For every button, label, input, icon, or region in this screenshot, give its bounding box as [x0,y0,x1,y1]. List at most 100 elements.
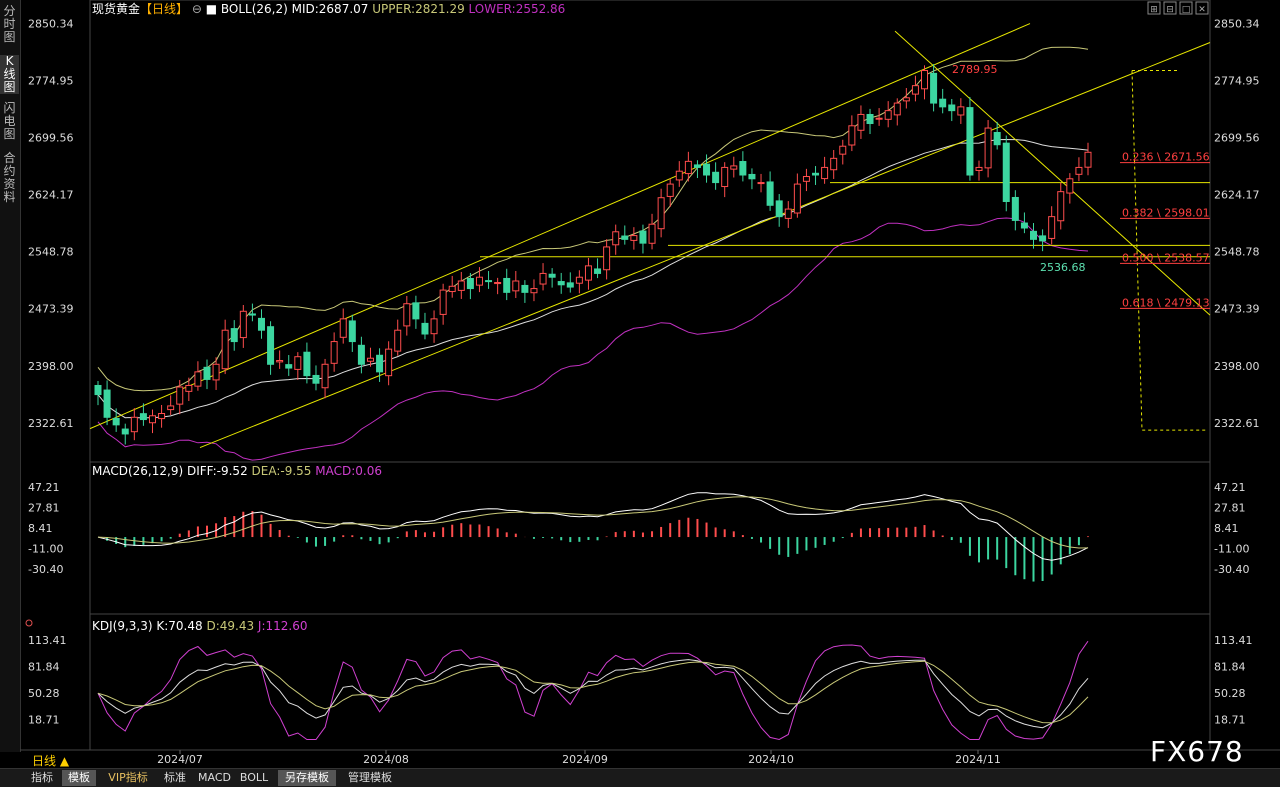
candle-body-33 [394,329,402,352]
macd-dea: DEA:-9.55 [252,464,316,478]
bottom-tab-2[interactable]: VIP指标 [102,770,154,786]
kdj-settings-icon[interactable] [25,619,33,627]
kdj-k: K:70.48 [156,619,206,633]
candle-body-99 [993,131,1001,146]
candle-body-19 [267,326,275,365]
candle-body-27 [339,318,347,338]
bottom-tab-6[interactable]: 另存模板 [278,770,336,786]
chart-area[interactable]: 2850.34 2850.34 2774.95 2774.95 2699.56 2699.… [0,0,1280,768]
kdj-j-line [97,640,1089,741]
candle-body-93 [939,98,947,108]
candle-body-49 [539,272,547,285]
header-lower: LOWER:2552.86 [465,2,566,16]
annotation-high: 2789.95 [952,63,998,76]
kdj-d: D:49.43 [206,619,257,633]
candle-body-32 [385,348,393,377]
candle-body-48 [530,288,538,294]
candle-body-92 [930,72,938,104]
candle-body-85 [866,113,874,125]
kdj-ytick-right-2: 50.28 [1214,687,1246,700]
candle-body-39 [448,285,456,293]
candle-body-54 [584,265,592,281]
bottom-tab-3[interactable]: 标准 [160,770,190,786]
candle-body-62 [657,197,665,230]
header-boll: ■ BOLL(26,2) [202,2,288,16]
main-ytick-left-7: 2322.61 [28,417,74,430]
candle-body-29 [357,344,365,365]
kdj-panel-frame [89,613,1211,751]
bottom-tab-7[interactable]: 管理模板 [342,770,398,786]
candle-body-83 [848,125,856,146]
main-ytick-left-3: 2624.17 [28,189,74,202]
candle-body-15 [230,328,238,343]
macd-diff-line [97,492,1089,561]
macd-ytick-right-1: 27.81 [1214,502,1246,515]
bottom-tab-1[interactable]: 模板 [62,770,96,786]
candle-body-80 [821,166,829,180]
main-ytick-right-0: 2850.34 [1214,17,1260,30]
xtick-2: 2024/09 [562,753,608,766]
candle-body-78 [802,176,810,182]
candle-body-6 [148,415,156,424]
candle-body-72 [748,173,756,180]
xtick-1: 2024/08 [363,753,409,766]
main-ytick-left-5: 2473.39 [28,303,74,316]
candle-body-9 [176,386,184,405]
candle-body-22 [294,356,302,370]
candle-body-53 [575,276,583,284]
candle-body-26 [330,341,338,364]
candle-body-58 [621,235,629,240]
header-upper: UPPER:2821.29 [368,2,464,16]
macd-ytick-left-3: -11.00 [28,543,63,556]
candle-body-64 [675,170,683,181]
kdj-ytick-left-1: 81.84 [28,660,60,673]
macd-ytick-left-0: 47.21 [28,481,60,494]
candle-body-97 [975,166,983,171]
bottom-tab-0[interactable]: 指标 [26,770,58,786]
kdj-ytick-right-3: 18.71 [1214,714,1246,727]
candle-body-12 [203,366,211,380]
main-header: 现货黄金【日线】 ⊖ ■ BOLL(26,2) MID:2687.07 UPPE… [92,1,565,16]
candle-body-107 [1066,178,1074,194]
candle-body-88 [893,102,901,116]
header-instrument: 现货黄金 [92,1,140,16]
candle-body-94 [948,104,956,112]
candle-body-95 [957,106,965,116]
candle-body-60 [639,230,647,244]
candle-body-75 [775,200,783,218]
bottom-tab-5[interactable]: BOLL [238,770,270,786]
candle-body-10 [185,384,193,392]
macd-dea-line [97,496,1089,549]
main-ytick-left-0: 2850.34 [28,17,74,30]
candle-body-89 [902,97,910,102]
macd-ytick-left-1: 27.81 [28,502,60,515]
candle-body-34 [403,303,411,327]
candle-body-36 [421,322,429,335]
candle-body-43 [485,280,493,283]
candle-body-45 [503,277,511,293]
candle-body-30 [366,357,374,362]
candle-body-52 [566,282,574,288]
bottom-tab-4[interactable]: MACD [198,770,231,786]
candle-body-28 [348,320,356,343]
candle-body-69 [721,166,729,188]
period-selector[interactable]: 日线 ▲ [32,752,69,769]
close-icon-glyph: ✕ [1198,5,1206,15]
candle-body-91 [921,70,929,90]
candle-body-11 [194,371,202,387]
main-ytick-left-6: 2398.00 [28,360,74,373]
candle-body-1 [103,389,111,418]
candle-body-74 [766,181,774,206]
candle-body-105 [1048,216,1056,239]
candle-body-68 [712,171,720,184]
xtick-0: 2024/07 [157,753,203,766]
candle-body-40 [457,280,465,291]
expand-icon-glyph: ⊞ [1150,5,1158,15]
candle-body-44 [494,282,502,285]
kdj-j: J:112.60 [257,619,308,633]
candle-body-4 [130,416,138,433]
candle-body-70 [730,165,738,170]
candle-body-81 [830,157,838,171]
header-mid: MID:2687.07 [288,2,369,16]
candle-body-23 [303,351,311,377]
